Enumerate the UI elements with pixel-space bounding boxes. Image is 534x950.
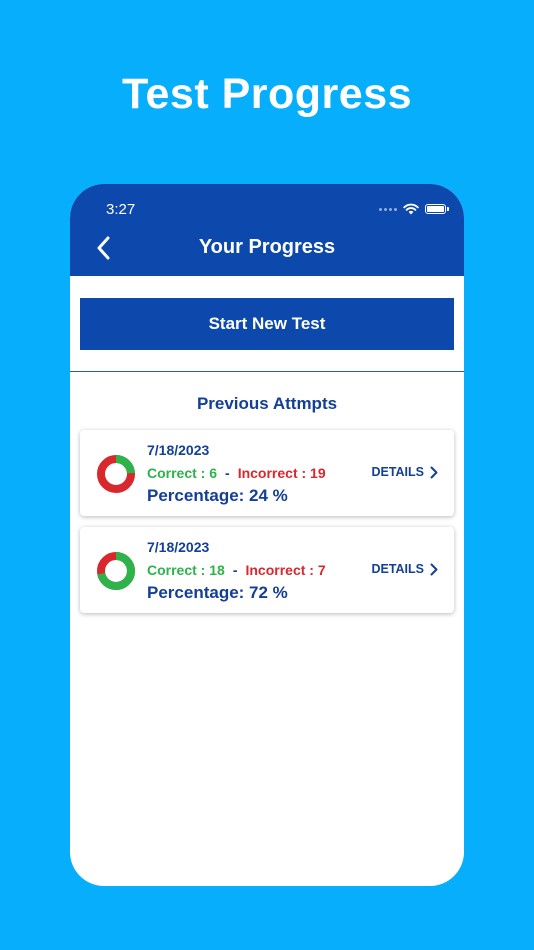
phone-screen: 3:27 Your Progress Start New Test Previo…	[70, 184, 464, 886]
signal-icon	[379, 207, 397, 211]
attempt-date: 7/18/2023	[147, 442, 210, 458]
promo-title: Test Progress	[121, 70, 413, 118]
chevron-right-icon	[430, 563, 438, 575]
top-navigation-bar: 3:27 Your Progress	[70, 184, 464, 276]
score-donut-icon	[97, 455, 135, 493]
attempt-card[interactable]: 7/18/2023 Correct : 18- Incorrect : 7 Per…	[80, 527, 454, 613]
attempt-date: 7/18/2023	[147, 539, 210, 555]
score-donut-icon	[97, 552, 135, 590]
stats-separator: -	[232, 562, 238, 578]
details-label: DETAILS	[371, 562, 424, 576]
start-new-test-button[interactable]: Start New Test	[80, 298, 454, 350]
attempt-stats: Correct : 18- Incorrect : 7	[147, 562, 326, 578]
correct-count: Correct : 18	[147, 562, 225, 578]
previous-attempts-heading: Previous Attmpts	[196, 394, 338, 413]
status-icons	[379, 202, 449, 216]
attempt-percentage: Percentage: 24 %	[147, 486, 288, 505]
wifi-icon	[403, 203, 419, 215]
page-title: Your Progress	[198, 236, 336, 258]
details-label: DETAILS	[371, 465, 424, 479]
chevron-right-icon	[430, 466, 438, 478]
incorrect-count: Incorrect : 7	[245, 562, 326, 578]
attempt-stats: Correct : 6- Incorrect : 19	[147, 465, 326, 481]
incorrect-count: Incorrect : 19	[237, 465, 326, 481]
attempt-percentage: Percentage: 72 %	[147, 583, 288, 602]
stats-separator: -	[225, 465, 230, 481]
divider	[70, 371, 464, 372]
battery-icon	[425, 204, 449, 214]
status-time: 3:27	[106, 201, 136, 218]
correct-count: Correct : 6	[147, 465, 218, 481]
details-button[interactable]: DETAILS	[371, 465, 438, 479]
details-button[interactable]: DETAILS	[371, 562, 438, 576]
attempt-card[interactable]: 7/18/2023 Correct : 6- Incorrect : 19 Per…	[80, 430, 454, 516]
